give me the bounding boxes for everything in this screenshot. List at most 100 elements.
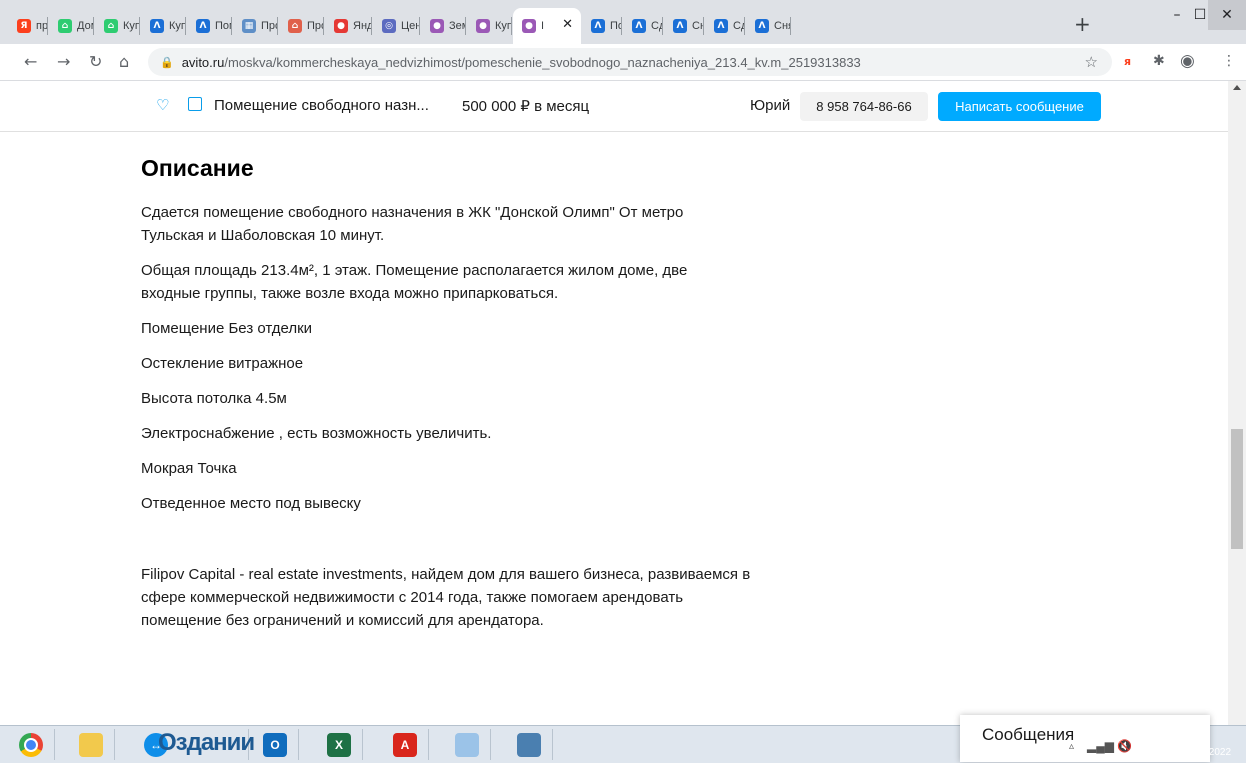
address-bar[interactable]: 🔒 avito.ru/moskva/kommercheskaya_nedvizh… [148,48,1112,76]
outlook-icon: O [263,732,287,757]
tab-favicon-icon: ● [334,19,348,33]
paint-palette-icon [455,732,479,757]
browser-tab[interactable]: ● Зем [421,8,466,44]
browser-tab[interactable]: ΛСда [705,8,745,44]
language-indicator[interactable]: РУС [1141,741,1161,752]
tab-close-icon[interactable]: ✕ [562,17,573,32]
description-paragraph: Электроснабжение , есть возможность увел… [141,425,492,442]
browser-tab[interactable]: Λ Куп [141,8,186,44]
chrome-taskbar-button[interactable] [8,729,55,760]
note-icon[interactable] [188,97,202,111]
browser-tab[interactable]: Япро [8,8,48,44]
volume-muted-icon[interactable]: 🔇 [1117,739,1132,753]
description-paragraph: Остекление витражное [141,355,304,372]
tab-separator [371,17,372,35]
tab-separator [277,17,278,35]
yandex-extension-icon[interactable]: я [1124,55,1131,68]
lock-icon[interactable]: 🔒 [160,56,174,69]
tab-favicon-icon: ● [522,19,536,33]
description-paragraph: Filipov Capital - real estate investment… [141,566,751,629]
new-tab-button[interactable]: + [1074,14,1091,34]
browser-tab[interactable]: Λ Пом [187,8,232,44]
write-message-button[interactable]: Написать сообщение [938,92,1101,121]
picture-icon [517,732,541,757]
tray-up-icon[interactable]: ^ [1170,739,1176,753]
home-icon[interactable]: ⌂ [119,52,129,72]
description-heading: Описание [141,155,254,181]
scroll-up-arrow-icon[interactable] [1233,85,1241,90]
picture-viewer-taskbar-button[interactable] [506,729,553,760]
vertical-scrollbar[interactable] [1228,81,1246,725]
tab-label: I [541,20,545,32]
phone-button[interactable]: 8 958 764-86-66 [800,92,928,121]
browser-tab[interactable]: ⌂ Дом [49,8,94,44]
description-paragraph: Отведенное место под вывеску [141,495,361,512]
tab-favicon-icon: Λ [714,19,728,33]
menu-kebab-icon[interactable]: ⋮ [1222,53,1236,69]
tab-separator [93,17,94,35]
tab-favicon-icon: Λ [196,19,210,33]
toast-title: Сообщения [982,725,1075,744]
tab-label: Пом [215,20,232,32]
extensions-puzzle-icon[interactable]: ✱ [1153,53,1165,69]
folder-icon [79,732,103,757]
tab-favicon-icon: Λ [632,19,646,33]
browser-tab[interactable]: ◎ Цен [373,8,420,44]
acrobat-taskbar-button[interactable]: A [382,729,429,760]
close-window-button[interactable]: ✕ [1208,0,1246,30]
tab-favicon-icon: Λ [755,19,769,33]
listing-title[interactable]: Помещение свободного назн... [214,97,429,114]
outlook-taskbar-button[interactable]: O [252,729,299,760]
taskbar-label: Оздании [158,729,255,756]
tab-favicon-icon: Я [17,19,31,33]
seller-name[interactable]: Юрий [750,97,790,114]
tab-strip: Япро⌂Дом⌂КупΛКупΛПом▦Про⌂Про●Янд◎Цен●Зем… [0,0,1246,44]
excel-taskbar-button[interactable]: X [316,729,363,760]
tab-label: Дом [77,20,94,32]
tab-label: Зем [449,20,466,32]
browser-tab[interactable]: ΛСня [746,8,791,44]
network-icon[interactable]: ▂▄▆ [1087,739,1114,753]
url-text[interactable]: avito.ru/moskva/kommercheskaya_nedvizhim… [182,55,861,70]
description-paragraph: Сдается помещение свободного назначения … [141,204,684,244]
clock-time[interactable]: 18:15 [1183,735,1208,746]
browser-tab[interactable]: ● I ✕ [513,8,581,44]
tab-separator [419,17,420,35]
explorer-taskbar-button[interactable] [68,729,115,760]
tab-label: Куп [495,20,512,32]
clock-date[interactable]: 05.09.2022 [1181,747,1231,758]
browser-tab[interactable]: ΛПом [582,8,622,44]
paint-taskbar-button[interactable] [444,729,491,760]
browser-tab[interactable]: ▦ Про [233,8,278,44]
bookmark-star-icon[interactable]: ☆ [1085,53,1098,71]
profile-avatar-icon[interactable]: ◉ [1180,51,1195,71]
browser-tab[interactable]: ΛСня [664,8,704,44]
browser-tab[interactable]: ⌂ Про [279,8,324,44]
tab-label: Про [307,20,324,32]
listing-price: 500 000 ₽ в месяц [462,98,590,115]
description-paragraph: Общая площадь 213.4м², 1 этаж. Помещение… [141,262,688,302]
sticky-header: ♡ Помещение свободного назн... 500 000 ₽… [0,81,1228,132]
teamviewer-taskbar-button[interactable]: ↔ Оздании [128,729,255,760]
reload-icon[interactable]: ↻ [89,52,102,72]
tab-label: Цен [401,20,420,32]
favorite-heart-icon[interactable]: ♡ [156,96,169,114]
scrollbar-thumb[interactable] [1231,429,1243,549]
browser-tab[interactable]: ⌂ Куп [95,8,140,44]
browser-tab[interactable]: ● Янд [325,8,372,44]
tab-favicon-icon: Λ [591,19,605,33]
tray-arrow-icon[interactable]: ▵ [1069,741,1074,752]
tab-separator [790,17,791,35]
tab-separator [511,17,512,35]
tab-favicon-icon: ▦ [242,19,256,33]
browser-toolbar: ← → ↻ ⌂ 🔒 avito.ru/moskva/kommercheskaya… [0,44,1246,81]
tab-favicon-icon: ● [430,19,444,33]
tab-separator [465,17,466,35]
maximize-button[interactable]: ☐ [1190,0,1210,30]
chrome-icon [19,732,43,757]
back-icon[interactable]: ← [24,52,37,72]
description-paragraph: Высота потолка 4.5м [141,390,287,407]
browser-tab[interactable]: ● Куп [467,8,512,44]
forward-icon[interactable]: → [57,52,70,72]
browser-tab[interactable]: ΛСда [623,8,663,44]
